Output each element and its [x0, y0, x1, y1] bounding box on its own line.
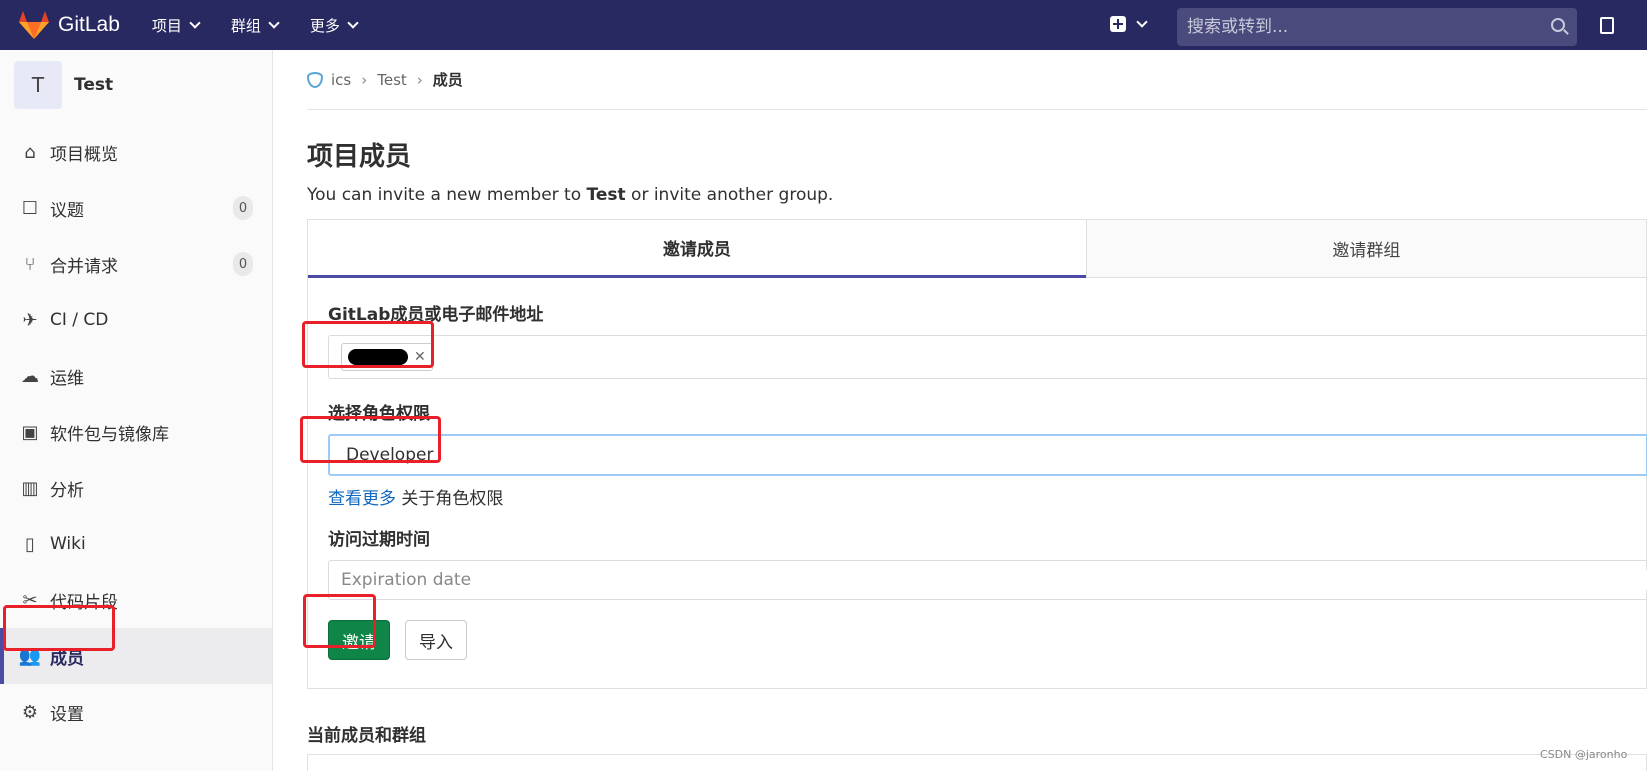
- sidebar-item-label: 运维: [50, 368, 84, 389]
- members-list-container: [307, 754, 1647, 771]
- invite-button[interactable]: 邀请: [328, 620, 390, 660]
- sidebar-item-settings[interactable]: ⚙ 设置: [0, 684, 272, 740]
- invite-form: GitLab成员或电子邮件地址 ✕ 选择角色权限 Developer 查看更多 …: [308, 300, 1647, 660]
- brand-name: GitLab: [58, 13, 120, 36]
- desc-suffix: or invite another group.: [625, 185, 834, 205]
- role-help-link[interactable]: 查看更多: [328, 489, 396, 509]
- breadcrumb-group[interactable]: ics: [331, 71, 351, 89]
- chart-icon: ▥: [21, 477, 39, 499]
- breadcrumb: ics › Test › 成员: [307, 50, 1647, 110]
- sidebar-item-label: 合并请求: [50, 256, 118, 277]
- package-icon: ▣: [21, 421, 39, 443]
- sidebar-item-issues[interactable]: ☐ 议题 0: [0, 180, 272, 236]
- tab-invite-group[interactable]: 邀请群组: [1085, 220, 1646, 278]
- expiry-field[interactable]: [328, 560, 1647, 600]
- nav-projects[interactable]: 项目: [151, 15, 201, 36]
- invite-panel: 邀请成员 邀请群组 GitLab成员或电子邮件地址 ✕ 选择角色权限 Devel…: [307, 219, 1647, 689]
- expiry-input[interactable]: [341, 570, 1647, 590]
- issues-icon: ☐: [21, 197, 39, 219]
- project-header[interactable]: T Test: [0, 50, 272, 120]
- sidebar-item-overview[interactable]: ⌂ 项目概览: [0, 124, 272, 180]
- breadcrumb-current[interactable]: 成员: [433, 69, 463, 90]
- member-token[interactable]: ✕: [341, 343, 433, 371]
- role-help-text: 关于角色权限: [396, 489, 504, 509]
- search-icon[interactable]: [1551, 18, 1565, 32]
- watermark: CSDN @jaronho: [1540, 748, 1628, 761]
- book-icon: ▯: [25, 533, 35, 555]
- role-select[interactable]: Developer: [328, 434, 1647, 476]
- plus-icon: [1110, 16, 1126, 32]
- count-badge: 0: [233, 252, 253, 276]
- sidebar-item-label: 软件包与镜像库: [50, 424, 169, 445]
- chevron-down-icon: [268, 16, 280, 29]
- top-navbar: GitLab 项目 群组 更多: [0, 0, 1647, 50]
- merge-request-icon: ⑂: [24, 253, 36, 275]
- todo-icon[interactable]: [1600, 17, 1614, 34]
- sidebar-item-label: 项目概览: [50, 144, 118, 165]
- main-content: ics › Test › 成员 项目成员 You can invite a ne…: [307, 50, 1647, 771]
- nav-projects-label: 项目: [151, 16, 182, 35]
- sidebar-item-label: 代码片段: [50, 592, 118, 613]
- sidebar-item-label: CI / CD: [50, 310, 109, 330]
- expiry-field-label: 访问过期时间: [328, 530, 430, 550]
- invite-tabs: 邀请成员 邀请群组: [308, 220, 1646, 278]
- search-box[interactable]: [1177, 8, 1577, 46]
- form-actions: 邀请 导入: [328, 620, 1646, 660]
- breadcrumb-project[interactable]: Test: [377, 71, 407, 89]
- sidebar-item-members[interactable]: 👥 成员: [0, 628, 272, 684]
- chevron-down-icon: [189, 16, 201, 29]
- nav-more[interactable]: 更多: [309, 15, 359, 36]
- breadcrumb-separator: ›: [416, 70, 423, 89]
- role-field-label: 选择角色权限: [328, 404, 430, 424]
- search-input[interactable]: [1187, 17, 1527, 37]
- count-badge: 0: [233, 196, 253, 220]
- nav-groups-label: 群组: [230, 16, 261, 35]
- sidebar-menu: ⌂ 项目概览 ☐ 议题 0 ⑂ 合并请求 0 ✈ CI / CD ☁ 运维 ▣ 软件包与镜像库 …: [0, 124, 272, 740]
- group-icon: [307, 71, 323, 88]
- chevron-down-icon: [1136, 15, 1148, 28]
- sidebar-item-label: 设置: [50, 704, 84, 725]
- nav-groups[interactable]: 群组: [230, 15, 280, 36]
- import-button[interactable]: 导入: [405, 620, 467, 660]
- gitlab-logo[interactable]: GitLab: [18, 10, 120, 40]
- sidebar-item-label: Wiki: [50, 534, 86, 554]
- current-members-heading: 当前成员和群组: [307, 726, 426, 746]
- scissors-icon: ✂: [22, 589, 38, 611]
- role-select-value: Developer: [346, 445, 434, 465]
- sidebar-item-label: 议题: [50, 200, 84, 221]
- home-icon: ⌂: [24, 141, 36, 163]
- sidebar-item-wiki[interactable]: ▯ Wiki: [0, 516, 272, 572]
- gear-icon: ⚙: [21, 701, 39, 723]
- breadcrumb-separator: ›: [361, 70, 368, 89]
- tab-invite-member[interactable]: 邀请成员: [308, 220, 1086, 278]
- desc-project-name: Test: [586, 185, 626, 205]
- cloud-gear-icon: ☁: [21, 365, 39, 387]
- project-name: Test: [74, 75, 114, 95]
- redacted-username: [348, 349, 408, 365]
- rocket-icon: ✈: [22, 309, 38, 331]
- page-description: You can invite a new member to Test or i…: [307, 185, 1647, 205]
- users-icon: 👥: [18, 645, 42, 667]
- sidebar-item-merge-requests[interactable]: ⑂ 合并请求 0: [0, 236, 272, 292]
- page-title: 项目成员: [307, 142, 412, 172]
- sidebar-item-packages[interactable]: ▣ 软件包与镜像库: [0, 404, 272, 460]
- sidebar-item-operations[interactable]: ☁ 运维: [0, 348, 272, 404]
- nav-more-label: 更多: [309, 16, 340, 35]
- role-help: 查看更多 关于角色权限: [328, 484, 1646, 509]
- desc-prefix: You can invite a new member to: [307, 185, 587, 205]
- sidebar-item-label: 成员: [50, 648, 84, 669]
- tanuki-icon: [19, 11, 49, 39]
- sidebar-item-snippets[interactable]: ✂ 代码片段: [0, 572, 272, 628]
- chevron-down-icon: [347, 16, 359, 29]
- member-field-label: GitLab成员或电子邮件地址: [328, 305, 544, 325]
- project-avatar: T: [14, 61, 62, 109]
- remove-token-icon[interactable]: ✕: [414, 349, 426, 365]
- new-dropdown-button[interactable]: [1110, 15, 1148, 32]
- sidebar-item-analytics[interactable]: ▥ 分析: [0, 460, 272, 516]
- member-field[interactable]: ✕: [328, 335, 1647, 379]
- project-sidebar: T Test ⌂ 项目概览 ☐ 议题 0 ⑂ 合并请求 0 ✈ CI / CD ☁ 运维 ▣ 软…: [0, 50, 273, 771]
- sidebar-item-cicd[interactable]: ✈ CI / CD: [0, 292, 272, 348]
- sidebar-item-label: 分析: [50, 480, 84, 501]
